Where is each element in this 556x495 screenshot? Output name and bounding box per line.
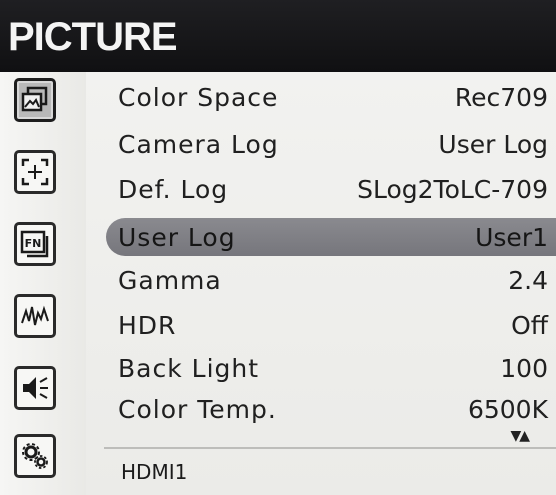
- menu-item-label: Gamma: [118, 265, 222, 295]
- menu-item-value: 100: [500, 353, 548, 383]
- menu-item-label: User Log: [118, 222, 236, 252]
- menu-item-label: Def. Log: [118, 174, 229, 204]
- menu-item-value: 2.4: [508, 265, 548, 295]
- sidebar-item-waveform[interactable]: [14, 294, 56, 338]
- function-key-icon: FN: [20, 229, 50, 259]
- footer-divider: [104, 447, 556, 449]
- menu-item-label: Color Temp.: [118, 394, 277, 424]
- marker-icon: [20, 157, 50, 187]
- menu-item-label: Back Light: [118, 353, 260, 383]
- menu-header: PICTURE: [0, 0, 556, 72]
- category-sidebar: FN: [0, 72, 86, 495]
- menu-item-hdr[interactable]: HDR Off: [86, 306, 556, 344]
- waveform-icon: [20, 301, 50, 331]
- svg-text:FN: FN: [25, 237, 42, 250]
- picture-icon: [20, 85, 50, 115]
- osd-menu: PICTURE FN Color Space Rec709 Camera Log…: [0, 0, 556, 495]
- menu-item-camera-log[interactable]: Camera Log User Log: [86, 125, 556, 163]
- sidebar-item-function-key[interactable]: FN: [14, 222, 56, 266]
- sidebar-item-system[interactable]: [14, 434, 56, 478]
- menu-item-back-light[interactable]: Back Light 100: [86, 349, 556, 387]
- input-source-label: HDMI1: [121, 460, 188, 484]
- sidebar-item-audio[interactable]: [14, 366, 56, 410]
- system-settings-icon: [20, 441, 50, 471]
- page-title: PICTURE: [8, 15, 178, 59]
- menu-item-value: 6500K: [467, 394, 548, 424]
- audio-icon: [20, 373, 50, 403]
- menu-item-user-log[interactable]: User Log User1: [106, 218, 556, 256]
- menu-item-color-space[interactable]: Color Space Rec709: [86, 78, 556, 116]
- sidebar-item-picture[interactable]: [14, 78, 56, 122]
- menu-item-gamma[interactable]: Gamma 2.4: [86, 261, 556, 299]
- menu-item-value: Off: [511, 310, 548, 340]
- picture-menu-list: Color Space Rec709 Camera Log User Log D…: [86, 72, 556, 495]
- menu-item-label: HDR: [118, 310, 177, 340]
- menu-item-label: Color Space: [118, 82, 279, 112]
- menu-item-def-log[interactable]: Def. Log SLog2ToLC-709: [86, 170, 556, 208]
- menu-item-label: Camera Log: [118, 129, 279, 159]
- menu-item-value: Rec709: [454, 82, 548, 112]
- menu-item-value: User Log: [438, 129, 548, 159]
- menu-item-value: User1: [475, 222, 548, 252]
- menu-item-color-temp[interactable]: Color Temp. 6500K: [86, 390, 556, 428]
- menu-item-value: SLog2ToLC-709: [357, 174, 548, 204]
- sidebar-item-marker[interactable]: [14, 150, 56, 194]
- scroll-arrows-icon[interactable]: ▼▲: [510, 428, 529, 444]
